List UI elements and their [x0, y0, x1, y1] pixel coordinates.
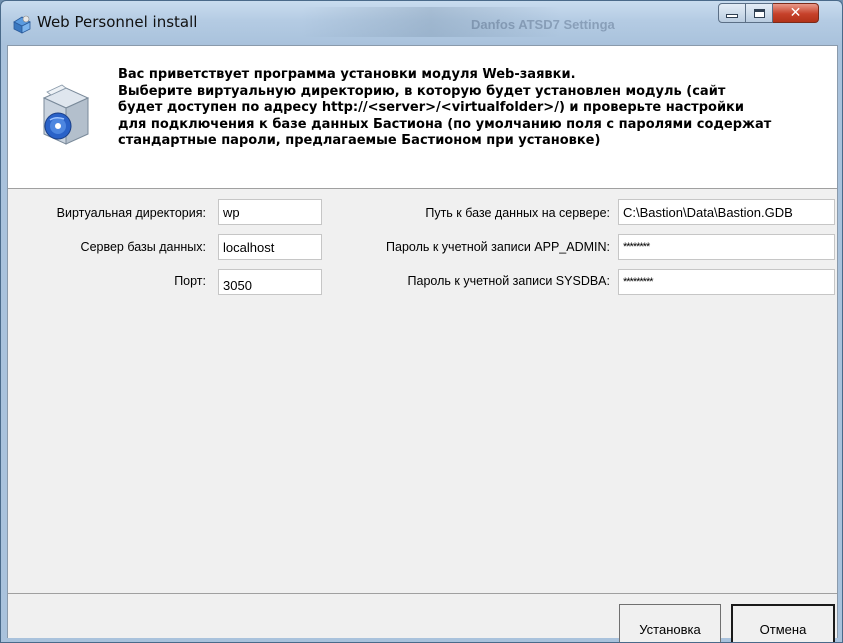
- welcome-panel: Вас приветствует программа установки мод…: [8, 46, 837, 189]
- close-button[interactable]: ✕: [773, 3, 819, 23]
- welcome-line-2: Выберите виртуальную директорию, в котор…: [118, 83, 726, 99]
- app-admin-password-label: Пароль к учетной записи APP_ADMIN:: [386, 240, 610, 254]
- background-window-text: Danfos ATSD7 Settinga: [471, 17, 615, 32]
- installer-window: Danfos ATSD7 Settinga Web Personnel inst…: [0, 0, 843, 643]
- welcome-line-4: для подключения к базе данных Бастиона (…: [118, 116, 772, 132]
- app-admin-password-input[interactable]: [618, 234, 835, 260]
- welcome-line-3: будет доступен по адресу http://<server>…: [118, 100, 744, 115]
- window-title: Web Personnel install: [37, 13, 198, 31]
- close-icon: ✕: [789, 5, 802, 21]
- client-area: Вас приветствует программа установки мод…: [7, 45, 838, 642]
- maximize-icon: [753, 8, 765, 18]
- welcome-line-5: стандартные пароли, предлагаемые Бастион…: [118, 133, 601, 148]
- virtual-dir-label: Виртуальная директория:: [56, 206, 206, 220]
- caption-buttons: ✕: [718, 3, 838, 25]
- port-label: Порт:: [174, 274, 206, 288]
- welcome-text: Вас приветствует программа установки мод…: [118, 67, 838, 150]
- minimize-icon: [726, 14, 738, 18]
- title-bar[interactable]: Danfos ATSD7 Settinga Web Personnel inst…: [1, 1, 842, 45]
- installer-box-icon: [42, 84, 90, 145]
- minimize-button[interactable]: [718, 3, 746, 23]
- app-icon: [13, 15, 31, 34]
- db-path-label: Путь к базе данных на сервере:: [425, 206, 610, 220]
- sysdba-password-input[interactable]: [618, 269, 835, 295]
- install-button[interactable]: Установка: [619, 604, 721, 642]
- welcome-line-1: Вас приветствует программа установки мод…: [118, 67, 576, 82]
- button-panel: Установка Отмена: [8, 593, 837, 642]
- maximize-button[interactable]: [746, 3, 773, 23]
- virtual-dir-input[interactable]: [218, 199, 322, 225]
- db-server-input[interactable]: [218, 234, 322, 260]
- db-server-label: Сервер базы данных:: [80, 240, 206, 254]
- cancel-button[interactable]: Отмена: [731, 604, 835, 642]
- sysdba-password-label: Пароль к учетной записи SYSDBA:: [407, 274, 610, 288]
- port-input[interactable]: [218, 269, 322, 295]
- db-path-input[interactable]: [618, 199, 835, 225]
